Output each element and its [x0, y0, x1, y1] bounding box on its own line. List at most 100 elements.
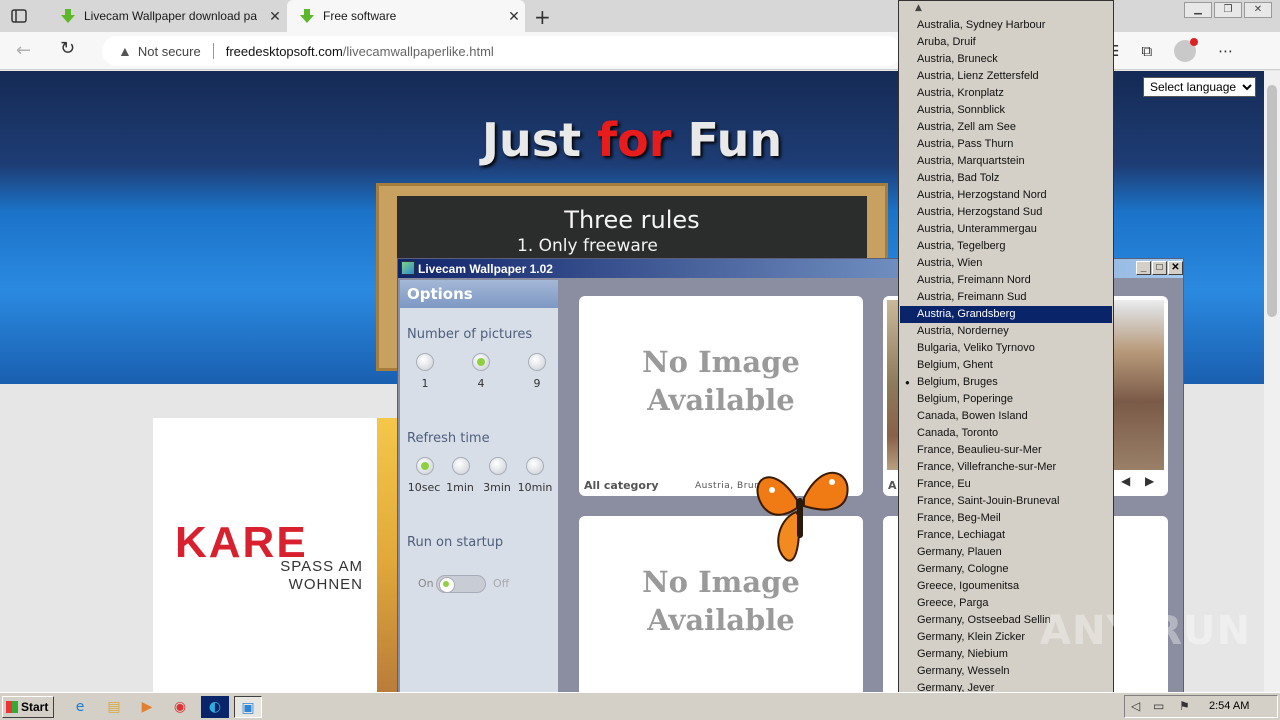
flag-icon[interactable]: ⚑: [1179, 699, 1190, 713]
watermark: ANY RUN: [1040, 608, 1252, 654]
language-select[interactable]: Select language: [1143, 77, 1256, 97]
livecam-taskbar-icon[interactable]: ▣: [234, 696, 262, 718]
advertisement[interactable]: KARE SPASS AM WOHNEN: [153, 418, 379, 692]
close-tab-icon[interactable]: ✕: [264, 8, 286, 25]
card-category[interactable]: All category: [584, 479, 659, 492]
folder-icon[interactable]: ▤: [100, 696, 128, 718]
location-option[interactable]: Bulgaria, Veliko Tyrnovo: [900, 340, 1112, 357]
start-button[interactable]: Start: [2, 696, 54, 718]
board-heading: Three rules: [564, 206, 700, 234]
location-option[interactable]: Austria, Kronplatz: [900, 85, 1112, 102]
app-close-button[interactable]: ✕: [1168, 261, 1183, 275]
radio-refresh-1min[interactable]: [452, 457, 470, 475]
scroll-up-arrow-icon[interactable]: ▲: [915, 3, 922, 13]
security-status: Not secure: [137, 43, 201, 59]
card-category[interactable]: A: [888, 479, 897, 492]
location-option[interactable]: Austria, Grandsberg: [900, 306, 1112, 323]
location-option[interactable]: France, Saint-Jouin-Bruneval: [900, 493, 1112, 510]
close-window-button[interactable]: ✕: [1244, 2, 1272, 18]
radio-pictures-4[interactable]: [472, 353, 490, 371]
address-bar[interactable]: ▲ Not secure freedesktopsoft.com /liveca…: [102, 36, 902, 66]
collections-icon[interactable]: ⧉: [1141, 42, 1152, 60]
warning-icon: ▲: [118, 43, 132, 59]
profile-avatar[interactable]: [1174, 38, 1199, 62]
radio-pictures-9[interactable]: [528, 353, 546, 371]
no-image-text: No Image Available: [579, 563, 863, 639]
location-option[interactable]: Canada, Bowen Island: [900, 408, 1112, 425]
no-image-text: No Image Available: [579, 343, 863, 419]
reload-icon[interactable]: ↻: [60, 38, 75, 59]
prev-arrow-icon[interactable]: ◀: [1121, 474, 1130, 488]
system-tray: ◁ ▭ ⚑ 2:54 AM: [1124, 695, 1278, 718]
window-controls: ▁ ❐ ✕: [1182, 2, 1272, 18]
location-option[interactable]: Austria, Freimann Sud: [900, 289, 1112, 306]
radio-label: 1: [421, 377, 429, 390]
media-player-icon[interactable]: ▶: [133, 696, 161, 718]
tab-livecam-download[interactable]: Livecam Wallpaper download pa ✕: [48, 0, 286, 32]
location-option[interactable]: Austria, Lienz Zettersfeld: [900, 68, 1112, 85]
more-menu-icon[interactable]: ⋯: [1218, 42, 1233, 60]
location-option[interactable]: Aruba, Druif: [900, 34, 1112, 51]
location-option[interactable]: Australia, Sydney Harbour: [900, 17, 1112, 34]
location-option[interactable]: France, Lechiagat: [900, 527, 1112, 544]
startup-label: Run on startup: [407, 535, 504, 550]
location-option[interactable]: France, Villefranche-sur-Mer: [900, 459, 1112, 476]
radio-label: 4: [477, 377, 485, 390]
board-rule: 1. Only freeware: [517, 236, 658, 256]
ad-tagline-line: SPASS AM: [280, 558, 363, 575]
location-option[interactable]: Germany, Plauen: [900, 544, 1112, 561]
location-option[interactable]: Austria, Marquartstein: [900, 153, 1112, 170]
radio-label: 1min: [446, 481, 474, 494]
location-option[interactable]: Austria, Herzogstand Sud: [900, 204, 1112, 221]
location-option[interactable]: Austria, Norderney: [900, 323, 1112, 340]
butterfly-icon: [756, 471, 849, 562]
location-option[interactable]: France, Eu: [900, 476, 1112, 493]
scrollbar-thumb[interactable]: [1267, 85, 1277, 317]
location-option[interactable]: Belgium, Bruges: [900, 374, 1112, 391]
ad-tagline: SPASS AM WOHNEN: [253, 558, 363, 594]
radio-label: 10min: [517, 481, 553, 494]
new-tab-icon[interactable]: +: [534, 5, 551, 29]
location-option[interactable]: Belgium, Ghent: [900, 357, 1112, 374]
location-option[interactable]: Greece, Igoumenitsa: [900, 578, 1112, 595]
location-option[interactable]: Austria, Bruneck: [900, 51, 1112, 68]
tab-free-software[interactable]: Free software ✕: [287, 0, 525, 32]
location-option[interactable]: France, Beaulieu-sur-Mer: [900, 442, 1112, 459]
location-option[interactable]: Austria, Pass Thurn: [900, 136, 1112, 153]
location-option[interactable]: Austria, Unterammergau: [900, 221, 1112, 238]
radio-refresh-10sec[interactable]: [416, 457, 434, 475]
app-minimize-button[interactable]: _: [1136, 261, 1151, 275]
next-arrow-icon[interactable]: ▶: [1145, 474, 1154, 488]
network-icon[interactable]: ▭: [1153, 699, 1164, 713]
location-option[interactable]: Austria, Herzogstand Nord: [900, 187, 1112, 204]
location-option[interactable]: Austria, Tegelberg: [900, 238, 1112, 255]
location-option[interactable]: Austria, Wien: [900, 255, 1112, 272]
webcam-photo: [1114, 300, 1164, 470]
radio-refresh-10min[interactable]: [526, 457, 544, 475]
location-option[interactable]: Germany, Cologne: [900, 561, 1112, 578]
location-option[interactable]: Austria, Bad Tolz: [900, 170, 1112, 187]
location-option[interactable]: Germany, Wesseln: [900, 663, 1112, 680]
close-tab-icon[interactable]: ✕: [503, 8, 525, 25]
edge-icon[interactable]: ◐: [201, 696, 229, 718]
page-scrollbar[interactable]: [1264, 71, 1280, 692]
location-option[interactable]: Austria, Sonnblick: [900, 102, 1112, 119]
hero-title-part: Just: [481, 113, 598, 167]
location-option[interactable]: Austria, Freimann Nord: [900, 272, 1112, 289]
back-arrow-icon[interactable]: ←: [16, 40, 31, 61]
radio-pictures-1[interactable]: [416, 353, 434, 371]
minimize-button[interactable]: ▁: [1184, 2, 1212, 18]
ie-icon[interactable]: e: [66, 696, 94, 718]
location-option[interactable]: France, Beg-Meil: [900, 510, 1112, 527]
app-maximize-button[interactable]: □: [1152, 261, 1167, 275]
location-option[interactable]: Austria, Zell am See: [900, 119, 1112, 136]
location-option[interactable]: Canada, Toronto: [900, 425, 1112, 442]
location-option[interactable]: Belgium, Poperinge: [900, 391, 1112, 408]
maximize-button[interactable]: ❐: [1214, 2, 1242, 18]
tab-actions-icon[interactable]: [10, 7, 28, 25]
volume-icon[interactable]: ◁: [1131, 699, 1140, 713]
radio-refresh-3min[interactable]: [489, 457, 507, 475]
tab-title: Free software: [323, 9, 397, 23]
chrome-icon[interactable]: ◉: [166, 696, 194, 718]
startup-toggle[interactable]: [436, 575, 486, 593]
